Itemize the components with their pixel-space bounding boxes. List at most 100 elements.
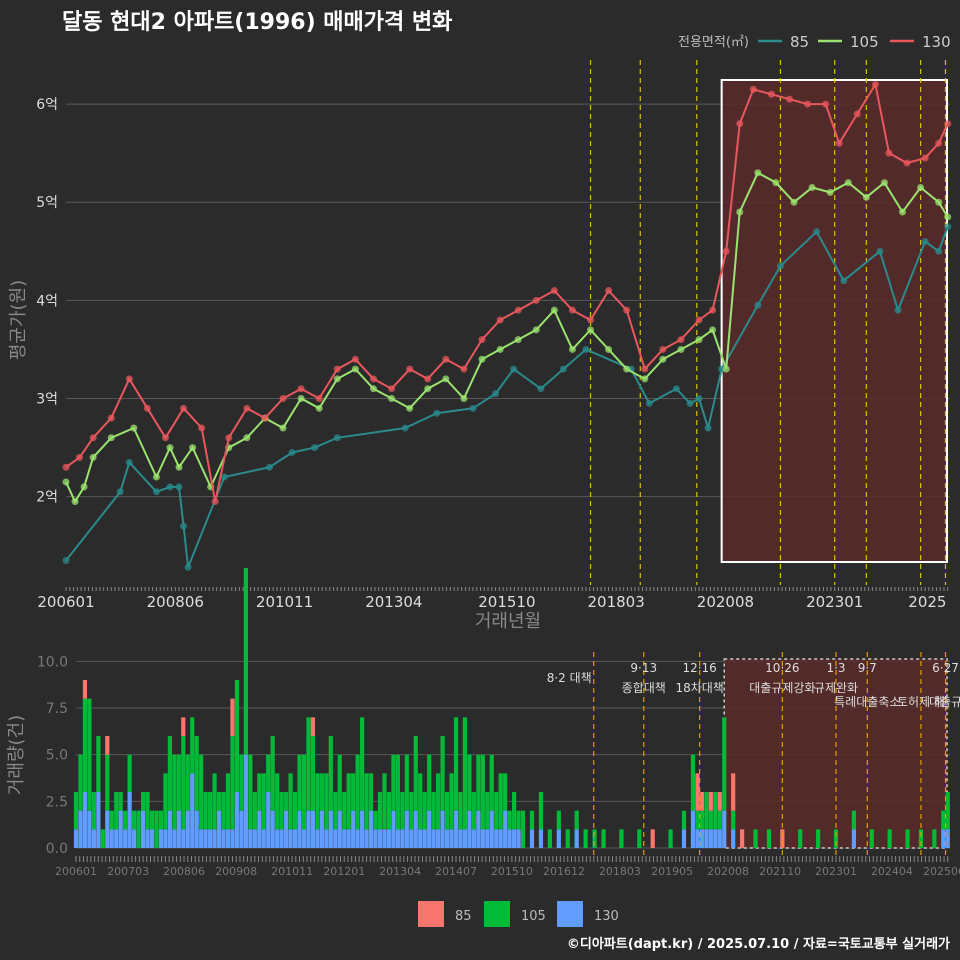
volume-bar-segment	[261, 773, 266, 830]
price-point-105	[568, 345, 576, 353]
volume-bar-segment	[324, 829, 329, 848]
price-x-tick: 2025	[908, 593, 946, 611]
price-point-105	[279, 424, 287, 432]
volume-y-label: 거래량(건)	[6, 715, 27, 795]
price-point-105	[917, 184, 925, 191]
volume-bar-segment	[270, 810, 275, 848]
price-point-130	[822, 100, 830, 108]
price-point-105	[844, 179, 852, 187]
price-point-85	[175, 483, 183, 491]
volume-bar-segment	[221, 792, 226, 830]
volume-bar-segment	[695, 810, 700, 830]
volume-bar-segment	[100, 829, 105, 848]
volume-x-tick: 200806	[163, 865, 205, 878]
price-point-130	[736, 120, 744, 128]
volume-bar-segment	[722, 717, 727, 811]
volume-bar-segment	[216, 810, 222, 848]
price-point-130	[442, 355, 450, 363]
price-point-130	[198, 424, 206, 432]
price-x-tick: 202301	[806, 593, 863, 611]
price-point-130	[89, 434, 97, 442]
volume-x-tick: 201201	[323, 865, 365, 878]
price-point-105	[89, 453, 97, 461]
volume-bar-segment	[181, 829, 186, 848]
volume-bar-segment	[391, 754, 396, 811]
volume-bar-segment	[404, 810, 409, 848]
volume-bar-segment	[498, 829, 503, 848]
volume-bar-segment	[400, 792, 405, 830]
price-point-85	[754, 301, 762, 309]
legend-bar-105-label: 105	[521, 909, 546, 924]
volume-bar-segment	[458, 829, 463, 848]
volume-bar-segment	[333, 792, 338, 830]
volume-bar-segment	[467, 754, 472, 811]
volume-bar-segment	[328, 736, 333, 811]
volume-bar-segment	[216, 792, 222, 811]
volume-bar-segment	[243, 568, 248, 755]
volume-bar-segment	[342, 792, 347, 830]
volume-bar-segment	[377, 829, 383, 848]
price-point-105	[369, 385, 377, 393]
volume-bar-segment	[310, 736, 316, 811]
volume-bar-segment	[444, 792, 450, 830]
volume-bar-segment	[869, 829, 874, 848]
volume-bar-segment	[436, 829, 441, 848]
volume-bar-segment	[310, 810, 316, 848]
volume-bar-segment	[400, 829, 405, 848]
volume-bar-segment	[708, 792, 713, 811]
volume-bar-segment	[87, 810, 92, 848]
volume-bar-segment	[279, 829, 284, 848]
price-point-105	[695, 336, 703, 344]
price-point-85	[492, 390, 500, 398]
price-point-105	[166, 444, 174, 452]
volume-bar-segment	[248, 754, 253, 830]
volume-bar-segment	[574, 829, 579, 848]
price-x-tick: 200601	[37, 593, 94, 611]
price-point-130	[107, 414, 115, 422]
price-point-130	[62, 463, 70, 471]
price-point-130	[297, 385, 305, 393]
price-point-85	[62, 556, 70, 564]
volume-bar-segment	[185, 754, 190, 811]
volume-bar-segment	[485, 829, 490, 848]
volume-bar-segment	[105, 810, 110, 848]
price-point-130	[143, 404, 151, 412]
volume-bar-segment	[257, 773, 262, 811]
volume-bar-segment	[355, 829, 360, 848]
volume-bar-segment	[503, 773, 508, 811]
volume-bar-segment	[717, 792, 722, 811]
volume-bar-segment	[690, 810, 696, 848]
price-point-130	[315, 395, 323, 403]
price-point-130	[885, 149, 893, 157]
volume-bar-segment	[199, 754, 204, 830]
volume-bar-segment	[512, 792, 517, 830]
policy-label-date: 1·3	[826, 661, 845, 675]
volume-bar-segment	[261, 829, 266, 848]
price-point-85	[311, 444, 319, 452]
legend-bar-85-swatch	[418, 901, 444, 927]
volume-bar-segment	[413, 810, 418, 848]
price-point-130	[388, 385, 396, 393]
volume-bar-segment	[257, 810, 262, 848]
price-point-85	[559, 365, 567, 373]
volume-bar-segment	[476, 810, 481, 848]
volume-bar-segment	[73, 792, 79, 830]
price-point-105	[315, 404, 323, 412]
volume-bar-segment	[225, 773, 231, 830]
volume-x-tick: 202404	[871, 865, 913, 878]
volume-bar-segment	[172, 829, 177, 848]
price-point-105	[677, 345, 685, 353]
price-point-130	[211, 498, 219, 506]
volume-bar-segment	[458, 792, 463, 830]
price-point-85	[921, 237, 929, 245]
price-point-105	[899, 208, 907, 216]
volume-bar-segment	[105, 736, 110, 755]
volume-bar-segment	[485, 792, 490, 830]
volume-bar-segment	[512, 829, 517, 848]
volume-x-tick: 201612	[543, 865, 585, 878]
volume-bar-segment	[637, 829, 642, 848]
volume-y-tick: 5.0	[46, 748, 68, 764]
volume-bar-segment	[489, 754, 494, 811]
price-point-85	[686, 399, 694, 407]
price-point-130	[835, 139, 843, 147]
